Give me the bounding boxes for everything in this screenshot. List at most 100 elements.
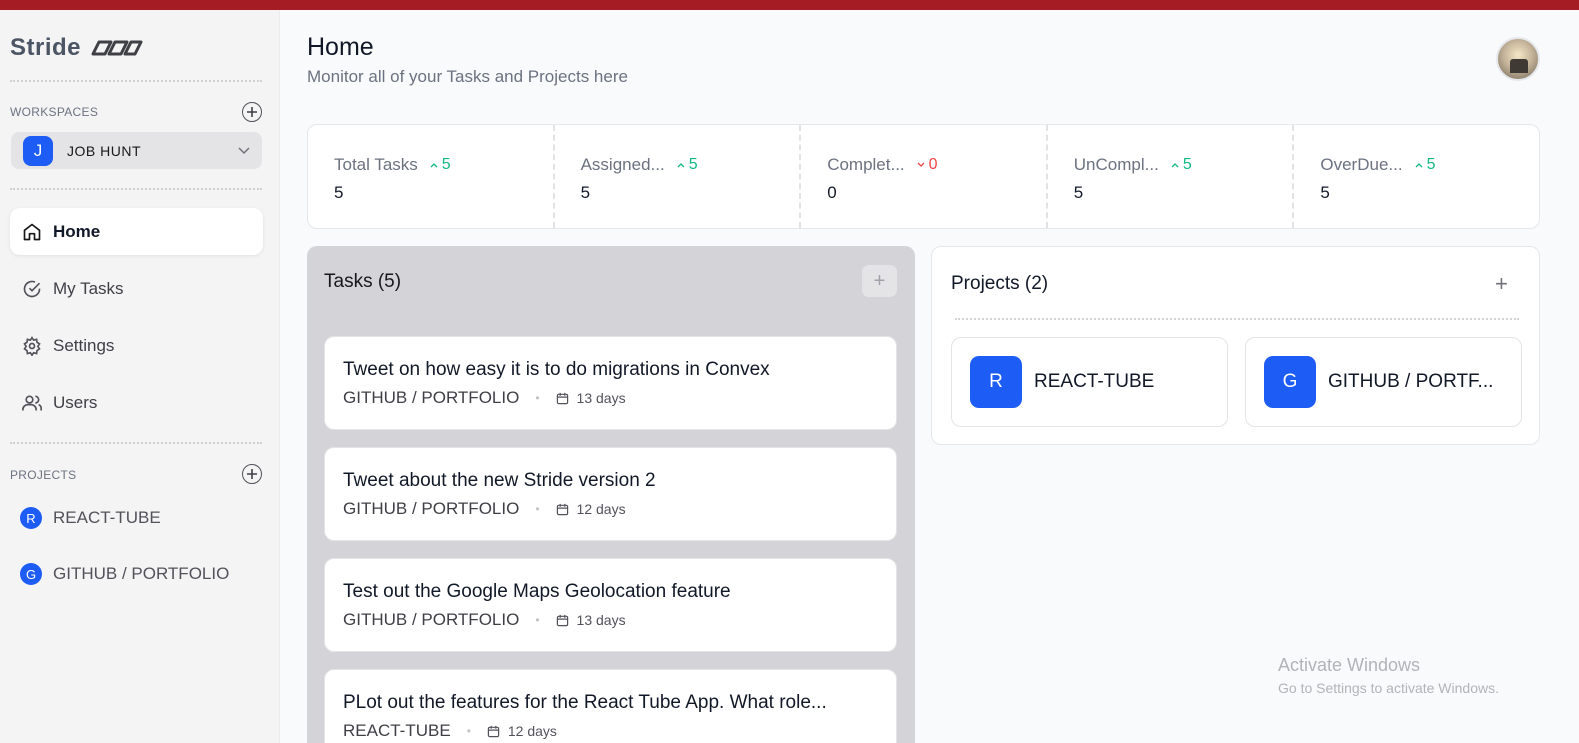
workspaces-label: WORKSPACES bbox=[10, 105, 99, 119]
stat-delta: 0 bbox=[917, 156, 938, 174]
nav-label: Users bbox=[53, 392, 98, 412]
project-name: REACT-TUBE bbox=[53, 508, 161, 527]
separator-dot: • bbox=[535, 613, 540, 627]
chevron-down-icon bbox=[238, 146, 250, 154]
stat-label: Total Tasks bbox=[334, 155, 418, 174]
trend-up-icon bbox=[1415, 163, 1423, 168]
nav-home[interactable]: Home bbox=[10, 208, 263, 255]
page-title: Home bbox=[307, 33, 374, 61]
trend-up-icon bbox=[430, 163, 438, 168]
nav-label: My Tasks bbox=[53, 278, 124, 298]
task-project: REACT-TUBE bbox=[343, 721, 451, 740]
stat-delta: 5 bbox=[1415, 156, 1435, 174]
project-card-github-portfolio[interactable]: G GITHUB / PORTF... bbox=[1245, 337, 1522, 427]
project-name: GITHUB / PORTF... bbox=[1328, 371, 1494, 392]
user-avatar[interactable] bbox=[1496, 37, 1540, 81]
task-title: Tweet on how easy it is to do migrations… bbox=[343, 359, 770, 380]
task-title: Tweet about the new Stride version 2 bbox=[343, 470, 656, 491]
stat-uncompleted: UnCompl... 5 5 bbox=[1045, 125, 1293, 228]
tasks-panel: Tasks (5) + Tweet on how easy it is to d… bbox=[307, 246, 915, 743]
users-icon bbox=[22, 395, 42, 410]
separator-dot: • bbox=[535, 502, 540, 516]
sidebar-project-github-portfolio[interactable]: G GITHUB / PORTFOLIO bbox=[20, 563, 229, 585]
calendar-icon bbox=[556, 392, 568, 404]
task-card[interactable]: Tweet about the new Stride version 2 GIT… bbox=[324, 447, 897, 541]
task-due: 12 days bbox=[487, 723, 557, 739]
stat-assigned: Assigned... 5 5 bbox=[552, 125, 800, 228]
stat-label: UnCompl... bbox=[1073, 155, 1159, 174]
stat-label: OverDue... bbox=[1320, 155, 1403, 174]
add-task-button[interactable]: + bbox=[862, 265, 897, 297]
sidebar: Stride WORKSPACES J JOB HUNT Home My Tas… bbox=[0, 10, 280, 743]
project-initial-badge: R bbox=[970, 356, 1022, 408]
projects-panel: Projects (2) + R REACT-TUBE G GITHUB / P… bbox=[931, 246, 1540, 445]
stat-delta: 5 bbox=[677, 156, 698, 174]
top-accent-bar bbox=[0, 0, 1579, 10]
stat-delta: 5 bbox=[1171, 156, 1192, 174]
task-due: 12 days bbox=[556, 501, 626, 517]
windows-activation-watermark: Activate Windows Go to Settings to activ… bbox=[1278, 655, 1499, 696]
calendar-icon bbox=[556, 614, 568, 626]
tasks-title: Tasks (5) bbox=[324, 271, 402, 292]
stat-label: Complet... bbox=[827, 155, 905, 174]
separator-dot: • bbox=[535, 391, 540, 405]
brand[interactable]: Stride bbox=[10, 34, 145, 62]
stat-total-tasks: Total Tasks 5 5 bbox=[308, 125, 553, 228]
stat-value: 5 bbox=[1073, 183, 1084, 202]
trend-down-icon bbox=[917, 162, 925, 167]
separator-dot: • bbox=[466, 724, 471, 738]
stat-delta: 5 bbox=[430, 156, 451, 174]
watermark-title: Activate Windows bbox=[1278, 655, 1421, 675]
divider bbox=[10, 442, 262, 444]
sidebar-project-react-tube[interactable]: R REACT-TUBE bbox=[20, 507, 161, 529]
task-due: 13 days bbox=[556, 390, 626, 406]
page-subtitle: Monitor all of your Tasks and Projects h… bbox=[307, 67, 628, 86]
task-due: 13 days bbox=[556, 612, 626, 628]
nav-settings[interactable]: Settings bbox=[10, 322, 263, 369]
task-project: GITHUB / PORTFOLIO bbox=[343, 499, 520, 518]
add-project-panel-button[interactable]: + bbox=[1495, 271, 1508, 297]
workspace-name: JOB HUNT bbox=[67, 142, 141, 159]
nav-users[interactable]: Users bbox=[10, 379, 263, 426]
stat-value: 5 bbox=[334, 183, 344, 202]
workspace-select[interactable]: J JOB HUNT bbox=[11, 132, 262, 169]
stat-value: 5 bbox=[580, 183, 591, 202]
stat-completed: Complet... 0 0 bbox=[799, 125, 1046, 228]
divider bbox=[10, 80, 262, 82]
gear-icon bbox=[23, 335, 41, 356]
task-card[interactable]: PLot out the features for the React Tube… bbox=[324, 669, 897, 743]
calendar-icon bbox=[556, 503, 568, 515]
trend-up-icon bbox=[677, 163, 685, 168]
home-icon bbox=[23, 223, 41, 240]
project-name: REACT-TUBE bbox=[1034, 371, 1155, 392]
stat-overdue: OverDue... 5 5 bbox=[1292, 125, 1539, 228]
add-workspace-button[interactable] bbox=[242, 102, 262, 122]
task-card[interactable]: Test out the Google Maps Geolocation fea… bbox=[324, 558, 897, 652]
project-initial-badge: G bbox=[1264, 356, 1316, 408]
project-card-react-tube[interactable]: R REACT-TUBE bbox=[951, 337, 1228, 427]
watermark-subtitle: Go to Settings to activate Windows. bbox=[1278, 680, 1499, 696]
stat-label: Assigned... bbox=[580, 155, 665, 174]
nav-label: Settings bbox=[53, 335, 115, 355]
add-project-button[interactable] bbox=[242, 464, 262, 484]
project-initial-badge: G bbox=[20, 563, 42, 585]
task-project: GITHUB / PORTFOLIO bbox=[343, 388, 520, 407]
check-circle-icon bbox=[23, 280, 41, 297]
task-card[interactable]: Tweet on how easy it is to do migrations… bbox=[324, 336, 897, 430]
nav-my-tasks[interactable]: My Tasks bbox=[10, 265, 263, 312]
stat-value: 5 bbox=[1320, 183, 1330, 202]
projects-title: Projects (2) bbox=[951, 273, 1049, 294]
plus-icon bbox=[247, 107, 257, 117]
stats-bar: Total Tasks 5 5 Assigned... 5 5 Complet.… bbox=[307, 124, 1540, 229]
brand-name: Stride bbox=[10, 34, 82, 61]
trend-up-icon bbox=[1171, 163, 1179, 168]
task-project: GITHUB / PORTFOLIO bbox=[343, 610, 520, 629]
infinity-logo-icon bbox=[91, 40, 143, 56]
calendar-icon bbox=[487, 725, 500, 737]
task-title: PLot out the features for the React Tube… bbox=[343, 692, 827, 713]
project-name: GITHUB / PORTFOLIO bbox=[53, 564, 230, 583]
divider bbox=[955, 318, 1519, 320]
stat-value: 0 bbox=[827, 183, 837, 202]
nav-label: Home bbox=[53, 221, 101, 241]
task-title: Test out the Google Maps Geolocation fea… bbox=[343, 581, 731, 602]
